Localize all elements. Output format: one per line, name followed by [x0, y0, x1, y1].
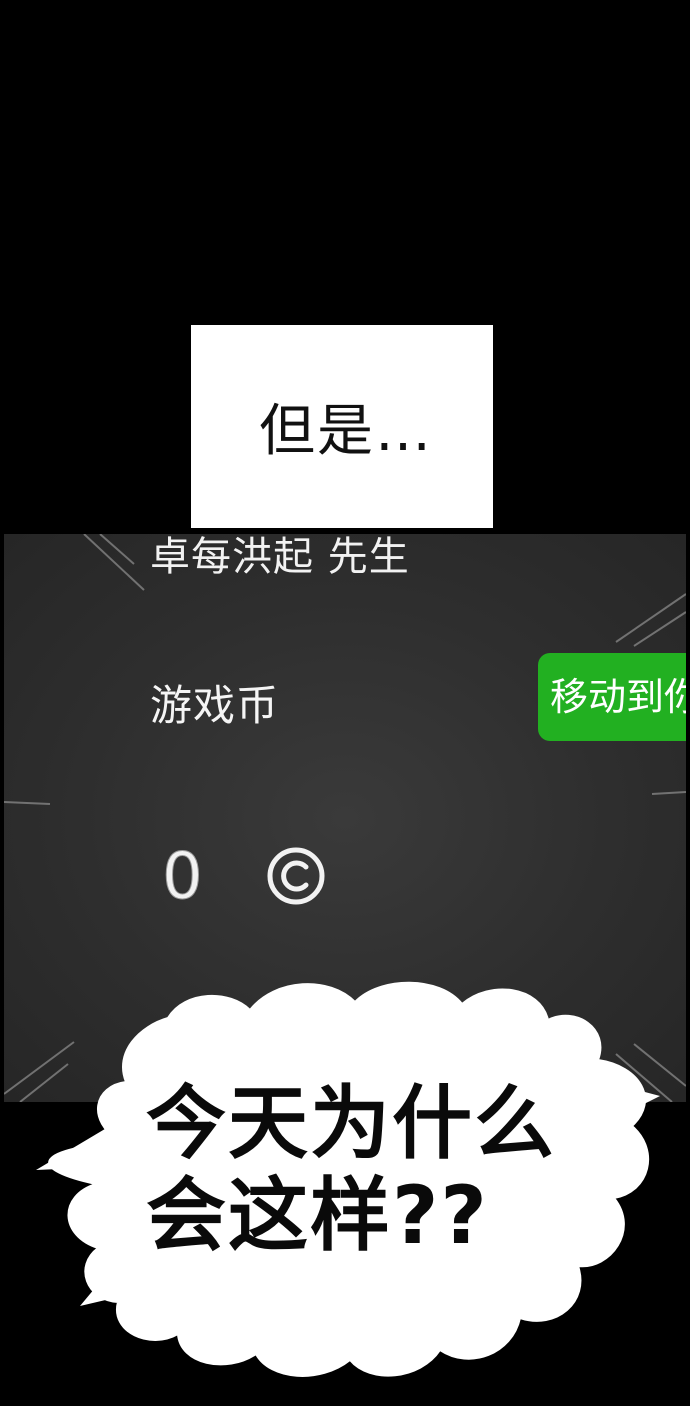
user-name-label: 卓每洪起 先生	[150, 534, 410, 580]
shout-line-1: 今天为什么	[146, 1077, 556, 1170]
game-coins-label: 游戏币	[150, 681, 280, 730]
coin-c-icon	[267, 847, 325, 905]
comic-page: 但是… 卓每洪起 先生 游戏币 移动到你 0 今天为什么 会这样??	[0, 0, 690, 1406]
narration-caption-box: 但是…	[191, 325, 493, 528]
shout-line-2: 会这样??	[146, 1169, 489, 1262]
move-to-button[interactable]: 移动到你	[538, 653, 686, 741]
shout-text: 今天为什么 会这样??	[146, 1078, 576, 1262]
narration-text: 但是…	[259, 399, 433, 464]
coin-balance-value: 0	[162, 840, 204, 915]
